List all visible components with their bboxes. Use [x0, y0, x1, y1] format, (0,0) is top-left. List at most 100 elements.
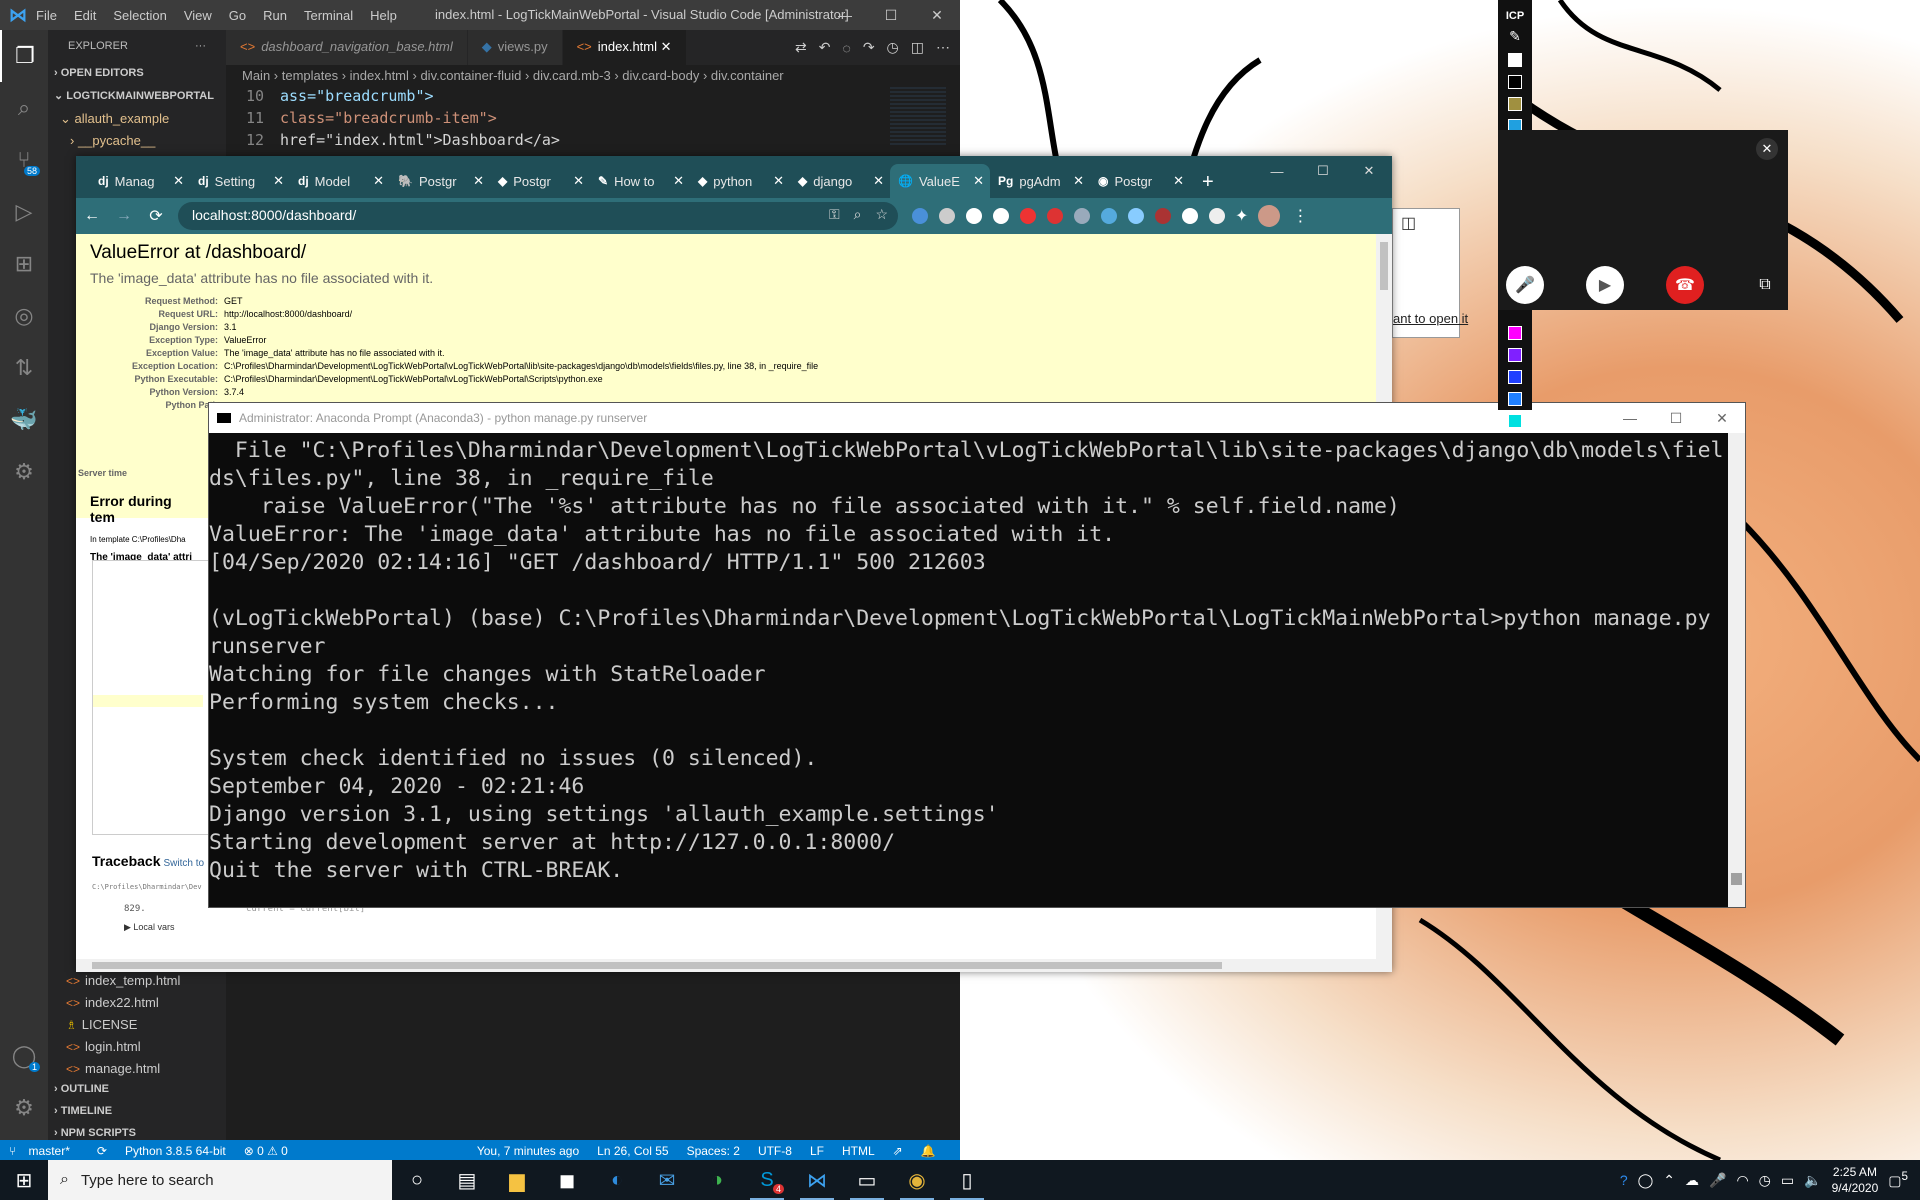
edge-dev-icon[interactable]: ◑	[692, 1160, 742, 1200]
encoding-status[interactable]: UTF-8	[758, 1144, 792, 1158]
explorer-icon[interactable]: ❐	[0, 30, 48, 82]
maximize-button[interactable]: ☐	[1653, 403, 1699, 433]
minimize-button[interactable]: —	[822, 0, 868, 30]
color-swatch[interactable]	[1508, 326, 1522, 340]
color-swatch[interactable]	[1508, 370, 1522, 384]
file-login[interactable]: <> login.html	[48, 1036, 226, 1058]
action-center-icon[interactable]: ▢5	[1888, 1170, 1908, 1190]
color-swatch[interactable]	[1508, 392, 1522, 406]
scroll-thumb[interactable]	[92, 962, 1222, 969]
popout-icon[interactable]: ⧉	[1746, 266, 1784, 304]
close-button[interactable]: ✕	[1346, 156, 1392, 186]
skype-icon[interactable]: S4	[742, 1160, 792, 1200]
extension-icon[interactable]	[912, 208, 928, 224]
extension-icon[interactable]	[1128, 208, 1144, 224]
color-swatch[interactable]	[1508, 414, 1522, 428]
task-view-icon[interactable]: ▤	[442, 1160, 492, 1200]
tree-folder-pycache[interactable]: › __pycache__	[48, 130, 226, 152]
battery-icon[interactable]: ▭	[1781, 1172, 1794, 1189]
tab-close-icon[interactable]: ✕	[473, 173, 484, 189]
color-swatch[interactable]	[1508, 53, 1522, 67]
hang-up-button[interactable]: ☎	[1666, 266, 1704, 304]
mic-icon[interactable]: 🎤	[1709, 1172, 1726, 1189]
browser-tab[interactable]: ◆ python ✕	[690, 164, 790, 198]
file-manage[interactable]: <> manage.html	[48, 1058, 226, 1080]
accounts-icon[interactable]: ◯ 1	[0, 1030, 48, 1082]
file-index-temp[interactable]: <> index_temp.html	[48, 970, 226, 992]
problems-status[interactable]: ⊗ 0 ⚠ 0	[244, 1144, 288, 1158]
extension-icon[interactable]	[1182, 208, 1198, 224]
tab-views-py[interactable]: ◆ views.py	[467, 30, 563, 65]
local-vars-toggle[interactable]: ▶ Local vars	[124, 922, 174, 933]
menu-view[interactable]: View	[184, 8, 212, 23]
minimize-button[interactable]: —	[1254, 156, 1300, 186]
open-editors-section[interactable]: › OPEN EDITORS	[48, 64, 226, 86]
file-index22[interactable]: <> index22.html	[48, 992, 226, 1014]
extension-icon[interactable]	[939, 208, 955, 224]
tab-close-icon[interactable]: ✕	[661, 39, 672, 54]
minimap[interactable]	[890, 87, 946, 147]
color-swatch[interactable]	[1508, 75, 1522, 89]
background-window[interactable]: ◫ ant to open it	[1392, 208, 1468, 338]
browser-tab[interactable]: Pg pgAdm ✕	[990, 164, 1090, 198]
tab-close-icon[interactable]: ✕	[973, 173, 984, 189]
browser-tab[interactable]: ◆ Postgr ✕	[490, 164, 590, 198]
extension-icon[interactable]	[1074, 208, 1090, 224]
color-swatch[interactable]	[1508, 97, 1522, 111]
terminal-scrollbar[interactable]	[1728, 433, 1745, 907]
tab-close-icon[interactable]: ✕	[1173, 173, 1184, 189]
browser-tab[interactable]: 🐘 Postgr ✕	[390, 164, 490, 198]
tab-dashboard-navigation-base[interactable]: <> dashboard_navigation_base.html	[226, 30, 468, 65]
gitlens-icon[interactable]: ◎	[0, 290, 48, 342]
extension-icon[interactable]	[1020, 208, 1036, 224]
address-bar[interactable]: localhost:8000/dashboard/ ⚿ ⌕ ☆	[178, 202, 898, 230]
clock-tray-icon[interactable]: ◷	[1759, 1172, 1771, 1189]
tab-close-icon[interactable]: ✕	[173, 173, 184, 189]
live-share-icon[interactable]: ⇗	[893, 1144, 903, 1158]
project-section[interactable]: ⌄ LOGTICKMAINWEBPORTAL	[48, 86, 226, 108]
chrome-menu-icon[interactable]: ⋮	[1292, 206, 1308, 226]
key-icon[interactable]: ⚿	[829, 206, 840, 223]
vscode-taskbar-icon[interactable]: ⋈	[792, 1160, 842, 1200]
go-forward-icon[interactable]: ↷	[863, 39, 875, 56]
remote-icon[interactable]: ⚙	[0, 446, 48, 498]
browser-tab[interactable]: ✎ How to ✕	[590, 164, 690, 198]
video-camera-button[interactable]: ▶	[1586, 266, 1624, 304]
file-license[interactable]: ♗ LICENSE	[48, 1014, 226, 1036]
tab-close-icon[interactable]: ✕	[1073, 173, 1084, 189]
help-icon[interactable]: ?	[1620, 1172, 1628, 1188]
menu-go[interactable]: Go	[229, 8, 246, 23]
menu-selection[interactable]: Selection	[113, 8, 166, 23]
start-button[interactable]: ⊞	[0, 1160, 48, 1200]
search-icon[interactable]: ⌕	[0, 82, 48, 134]
show-hidden-icons-icon[interactable]: ⌃	[1663, 1172, 1675, 1189]
menu-run[interactable]: Run	[263, 8, 287, 23]
settings-gear-icon[interactable]: ⚙	[0, 1082, 48, 1134]
extension-icon[interactable]	[966, 208, 982, 224]
reload-button[interactable]: ⟳	[140, 206, 172, 226]
bookmark-star-icon[interactable]: ☆	[875, 206, 888, 223]
avatar[interactable]: ◯	[1638, 1172, 1654, 1189]
split-icon[interactable]: ◫	[1401, 213, 1416, 233]
outline-section[interactable]: › OUTLINE	[48, 1080, 226, 1102]
source-control-icon[interactable]: ⑂ 58	[0, 134, 48, 186]
pull-requests-icon[interactable]: ⇅	[0, 342, 48, 394]
extensions-icon[interactable]: ⊞	[0, 238, 48, 290]
docker-icon[interactable]: 🐳	[0, 394, 48, 446]
menu-help[interactable]: Help	[370, 8, 397, 23]
browser-tab[interactable]: ◆ django ✕	[790, 164, 890, 198]
browser-tab[interactable]: ◉ Postgr ✕	[1090, 164, 1190, 198]
anaconda-taskbar-icon[interactable]: ▭	[842, 1160, 892, 1200]
volume-icon[interactable]: 🔈	[1804, 1172, 1821, 1189]
tab-close-icon[interactable]: ✕	[673, 173, 684, 189]
tab-close-icon[interactable]: ✕	[573, 173, 584, 189]
close-button[interactable]: ✕	[914, 0, 960, 30]
tab-close-icon[interactable]: ✕	[273, 173, 284, 189]
cursor-position-status[interactable]: Ln 26, Col 55	[597, 1144, 668, 1158]
edge-icon[interactable]: ◐	[592, 1160, 642, 1200]
wifi-icon[interactable]: ◠	[1736, 1172, 1748, 1189]
clock[interactable]: 2:25 AM 9/4/2020	[1832, 1164, 1879, 1196]
split-editor-icon[interactable]: ◫	[911, 39, 924, 56]
extension-icon[interactable]	[1155, 208, 1171, 224]
tree-folder-allauth[interactable]: ⌄ allauth_example	[48, 108, 226, 130]
